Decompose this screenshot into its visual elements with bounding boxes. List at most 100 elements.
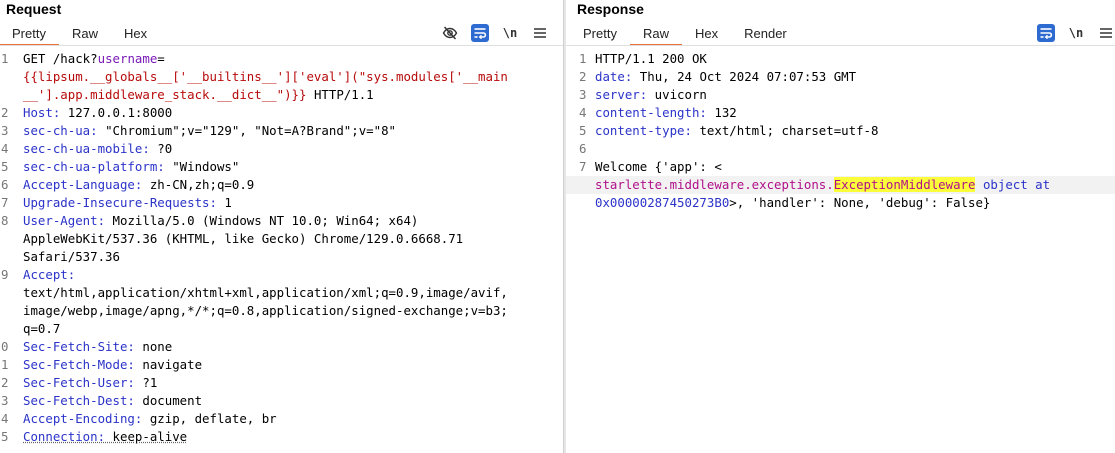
wrap-lines-icon[interactable] [471,24,489,42]
line-text: {{lipsum.__globals__['__builtins__']['ev… [23,68,508,86]
request-tabs: Pretty Raw Hex [0,22,160,46]
line-text: Accept-Language: zh-CN,zh;q=0.9 [23,176,254,194]
response-editor[interactable]: 1 HTTP/1.1 200 OK 2 date: Thu, 24 Oct 2024 … [566,50,1115,212]
newline-toggle-button[interactable]: \n [501,24,519,42]
line-number: 1 [1,51,9,66]
code-token: Sec-Fetch-Mode: [23,357,135,372]
line-text: Safari/537.36 [23,248,120,266]
code-token: gzip, deflate, br [142,411,277,426]
code-token: 1 [216,195,232,210]
eye-slash-icon[interactable] [441,24,459,42]
line-text: 0x00000287450273B0>, 'handler': None, 'd… [595,194,990,212]
code-token: sec-ch-ua-mobile: [23,141,150,156]
code-token: {{lipsum.__globals__['__builtins__']['ev… [23,69,508,84]
request-toolbar: \n [441,24,549,42]
line-text: Host: 127.0.0.1:8000 [23,104,172,122]
code-token: Accept: [23,267,76,282]
wrap-lines-icon[interactable] [1037,24,1055,42]
code-token: Upgrade-Insecure-Requests: [23,195,217,210]
tab-render[interactable]: Render [731,22,800,46]
code-token: text/html; charset=utf-8 [691,123,879,138]
code-token: content-type: [595,123,692,138]
response-pane: Response Pretty Raw Hex Render \n 1 HTTP/1.1… [566,0,1115,453]
code-token: HTTP/1.1 [306,87,374,102]
code-token: q=0.7 [23,321,61,336]
line-text: Welcome {'app': < [595,158,722,176]
code-token: 127.0.0.1:8000 [60,105,173,120]
code-token: content-length: [595,105,707,120]
code-token: server: [595,87,648,102]
response-toolbar: \n [1037,24,1115,42]
request-title: Request [6,1,62,17]
code-line: 6 [566,140,1115,158]
code-token: 132 [706,105,737,120]
line-number: 7 [1,195,9,210]
line-text: sec-ch-ua-mobile: ?0 [23,140,172,158]
line-text: Sec-Fetch-Site: none [23,338,172,356]
line-text: User-Agent: Mozilla/5.0 (Windows NT 10.0… [23,212,418,230]
line-text: Connection: keep-alive [23,428,187,446]
code-line: 3 server: uvicorn [566,86,1115,104]
line-text: AppleWebKit/537.36 (KHTML, like Gecko) C… [23,230,463,248]
hamburger-menu-icon[interactable] [531,24,549,42]
line-number: 3 [1,393,9,408]
code-token: none [134,339,173,354]
code-token: object at [982,177,1051,192]
code-token: = [157,51,165,66]
line-number: 4 [1,141,9,156]
tab-hex[interactable]: Hex [111,22,160,46]
tab-pretty[interactable]: Pretty [0,22,59,46]
code-token: Accept-Language: [23,177,143,192]
code-token: User-Agent: [23,213,106,228]
code-line: 2 Host: 127.0.0.1:8000 [0,104,563,122]
tab-pretty[interactable]: Pretty [571,22,630,46]
line-number: 5 [1,429,9,444]
code-line: text/html,application/xhtml+xml,applicat… [0,284,563,302]
line-number: 3 [1,123,9,138]
line-text: Sec-Fetch-User: ?1 [23,374,157,392]
line-number: 2 [1,105,9,120]
line-text: Sec-Fetch-Mode: navigate [23,356,202,374]
code-line: 4 sec-ch-ua-mobile: ?0 [0,140,563,158]
response-tabs: Pretty Raw Hex Render [571,22,800,46]
line-number: 8 [1,213,9,228]
hamburger-menu-icon[interactable] [1097,24,1115,42]
code-line: Safari/537.36 [0,248,563,266]
line-text: content-type: text/html; charset=utf-8 [595,122,878,140]
response-tabs-divider [566,45,1115,46]
code-line: 0x00000287450273B0>, 'handler': None, 'd… [566,194,1115,212]
request-pane: Request Pretty Raw Hex \n 1 GET /hack?us… [0,0,563,453]
code-token: starlette.middleware.exceptions. [595,177,834,192]
newline-toggle-button[interactable]: \n [1067,24,1085,42]
request-tabs-divider [0,45,563,46]
code-token: date: [595,69,633,84]
line-number: 6 [579,141,587,156]
line-number: 9 [1,267,9,282]
response-title: Response [577,1,644,17]
code-token: Connection: [23,429,106,444]
code-line: q=0.7 [0,320,563,338]
line-number: 1 [1,357,9,372]
line-text: text/html,application/xhtml+xml,applicat… [23,284,508,302]
code-line: 3 Sec-Fetch-Dest: document [0,392,563,410]
code-line: 5 content-type: text/html; charset=utf-8 [566,122,1115,140]
code-token: text/html,application/xhtml+xml,applicat… [23,285,508,300]
tab-hex[interactable]: Hex [682,22,731,46]
code-token: Welcome {'app': < [595,159,722,174]
code-token: >, 'handler': None, 'debug': False} [729,195,991,210]
code-token: ?1 [134,375,158,390]
tab-raw[interactable]: Raw [59,22,111,46]
line-text: date: Thu, 24 Oct 2024 07:07:53 GMT [595,68,856,86]
line-text: sec-ch-ua-platform: "Windows" [23,158,239,176]
code-token: sec-ch-ua: [23,123,98,138]
code-token: navigate [134,357,203,372]
tab-raw[interactable]: Raw [629,22,682,46]
code-line: 9 Accept: [0,266,563,284]
code-token: Host: [23,105,61,120]
code-line: 7 Welcome {'app': < [566,158,1115,176]
request-editor[interactable]: 1 GET /hack?username= {{lipsum.__globals__… [0,50,563,446]
line-number: 6 [1,177,9,192]
code-line: 1 HTTP/1.1 200 OK [566,50,1115,68]
line-text: __'].app.middleware_stack.__dict__")}} H… [23,86,374,104]
